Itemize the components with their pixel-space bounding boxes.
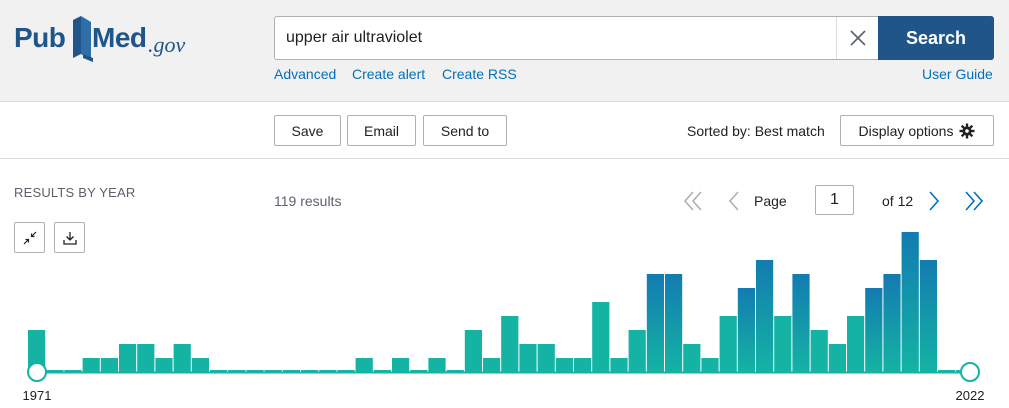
range-start-label: 1971	[23, 388, 52, 403]
bar-2002[interactable]	[592, 302, 610, 372]
bar-1993[interactable]	[428, 358, 446, 372]
bar-2015[interactable]	[828, 344, 846, 372]
bar-2005[interactable]	[646, 274, 664, 372]
bar-2007[interactable]	[683, 344, 701, 372]
sort-order-label[interactable]: Sorted by: Best match	[687, 123, 825, 139]
range-start-handle[interactable]	[27, 362, 47, 382]
bar-1995[interactable]	[464, 330, 482, 372]
next-page-icon[interactable]	[922, 189, 946, 213]
bar-1979[interactable]	[173, 344, 191, 372]
first-page-icon[interactable]	[681, 189, 705, 213]
bar-2017[interactable]	[865, 288, 883, 372]
logo-text-pub: Pub	[14, 22, 66, 53]
display-options-button[interactable]: Display options	[840, 115, 994, 146]
bar-1998[interactable]	[519, 344, 537, 372]
bar-2016[interactable]	[847, 316, 865, 372]
bar-2011[interactable]	[756, 260, 774, 372]
bar-2012[interactable]	[774, 316, 792, 372]
bar-1978[interactable]	[155, 358, 173, 372]
bar-1977[interactable]	[137, 344, 155, 372]
header: Pub Med .gov Search Advanced Create aler…	[0, 0, 1009, 102]
clear-search-button[interactable]	[836, 17, 879, 59]
bar-2008[interactable]	[701, 358, 719, 372]
bar-2000[interactable]	[555, 358, 573, 372]
create-rss-link[interactable]: Create RSS	[442, 66, 517, 82]
bar-2020[interactable]	[919, 260, 937, 372]
bar-2009[interactable]	[719, 316, 737, 372]
bar-2001[interactable]	[574, 358, 592, 372]
results-by-year-chart: 1971 2022	[23, 232, 985, 403]
last-page-icon[interactable]	[962, 189, 986, 213]
advanced-link[interactable]: Advanced	[274, 66, 336, 82]
bar-2014[interactable]	[810, 330, 828, 372]
bar-2004[interactable]	[628, 330, 646, 372]
bar-1996[interactable]	[483, 358, 501, 372]
range-end-handle[interactable]	[960, 362, 980, 382]
bar-2013[interactable]	[792, 274, 810, 372]
bar-2003[interactable]	[610, 358, 628, 372]
user-guide-link[interactable]: User Guide	[922, 66, 993, 82]
close-icon	[850, 30, 866, 46]
search-button[interactable]: Search	[878, 16, 994, 60]
gear-icon	[959, 123, 975, 138]
page-number-input[interactable]	[815, 185, 854, 215]
logo-text-med: Med	[92, 22, 147, 53]
bar-1976[interactable]	[119, 344, 137, 372]
search-input[interactable]	[275, 17, 835, 59]
previous-page-icon[interactable]	[722, 189, 746, 213]
bar-1999[interactable]	[537, 344, 555, 372]
results-toolbar: Save Email Send to Sorted by: Best match…	[0, 102, 1009, 159]
bar-1974[interactable]	[82, 358, 100, 372]
bar-1991[interactable]	[392, 358, 410, 372]
bar-1980[interactable]	[191, 358, 209, 372]
bar-1975[interactable]	[100, 358, 118, 372]
results-by-year-title: RESULTS BY YEAR	[14, 185, 136, 200]
search-box	[274, 16, 879, 60]
chart-bars	[28, 232, 974, 372]
bar-1997[interactable]	[501, 316, 519, 372]
create-alert-link[interactable]: Create alert	[352, 66, 425, 82]
send-to-button[interactable]: Send to	[423, 115, 507, 146]
page-label: Page	[754, 193, 787, 209]
bar-2006[interactable]	[665, 274, 683, 372]
display-options-label: Display options	[858, 122, 954, 139]
bar-2019[interactable]	[901, 232, 919, 372]
bar-2018[interactable]	[883, 274, 901, 372]
bar-1989[interactable]	[355, 358, 373, 372]
results-count: 119 results	[274, 193, 342, 209]
email-button[interactable]: Email	[347, 115, 416, 146]
total-pages-label: of 12	[882, 193, 914, 209]
logo-text-gov: .gov	[148, 32, 186, 57]
pubmed-logo[interactable]: Pub Med .gov	[14, 14, 204, 64]
save-button[interactable]: Save	[274, 115, 341, 146]
range-end-label: 2022	[956, 388, 985, 403]
bar-2010[interactable]	[737, 288, 755, 372]
